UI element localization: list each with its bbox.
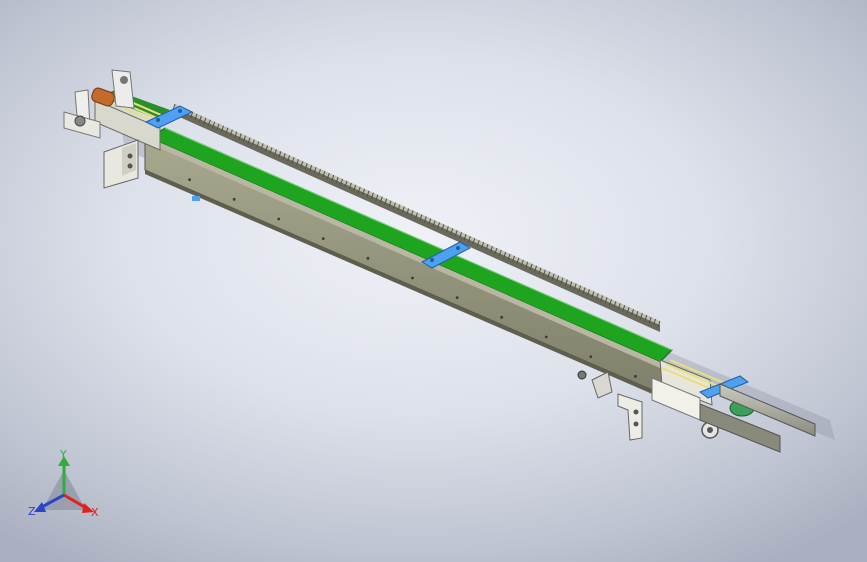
frame-hole (544, 335, 548, 339)
triad-y-label: Y (59, 448, 67, 461)
frame-hole (589, 355, 593, 359)
frame-hole (232, 197, 236, 201)
triad-z-label: Z (28, 505, 36, 518)
frame-hole (500, 315, 504, 319)
graphics-viewport[interactable]: Y X Z (0, 0, 867, 562)
frame-hole (634, 374, 637, 378)
left-mount-bracket (103, 139, 139, 189)
left-drive-head (63, 69, 170, 151)
belt-edge-line (164, 127, 673, 351)
frame-top-rail (150, 138, 660, 368)
view-triad[interactable]: Y X Z (28, 448, 99, 519)
frame-hole (277, 217, 281, 221)
right-mount-bracket (617, 393, 643, 441)
model-canvas[interactable]: Y X Z (0, 0, 867, 562)
conveyor-belt (148, 127, 673, 363)
frame-hole (455, 296, 459, 300)
frame-hole (411, 276, 414, 280)
triad-x-label: X (91, 506, 99, 519)
rack-rail (172, 103, 661, 332)
frame-bottom-edge (145, 170, 680, 406)
frame-hole (366, 256, 370, 260)
frame-hole (321, 237, 325, 241)
frame-hole (188, 178, 191, 182)
